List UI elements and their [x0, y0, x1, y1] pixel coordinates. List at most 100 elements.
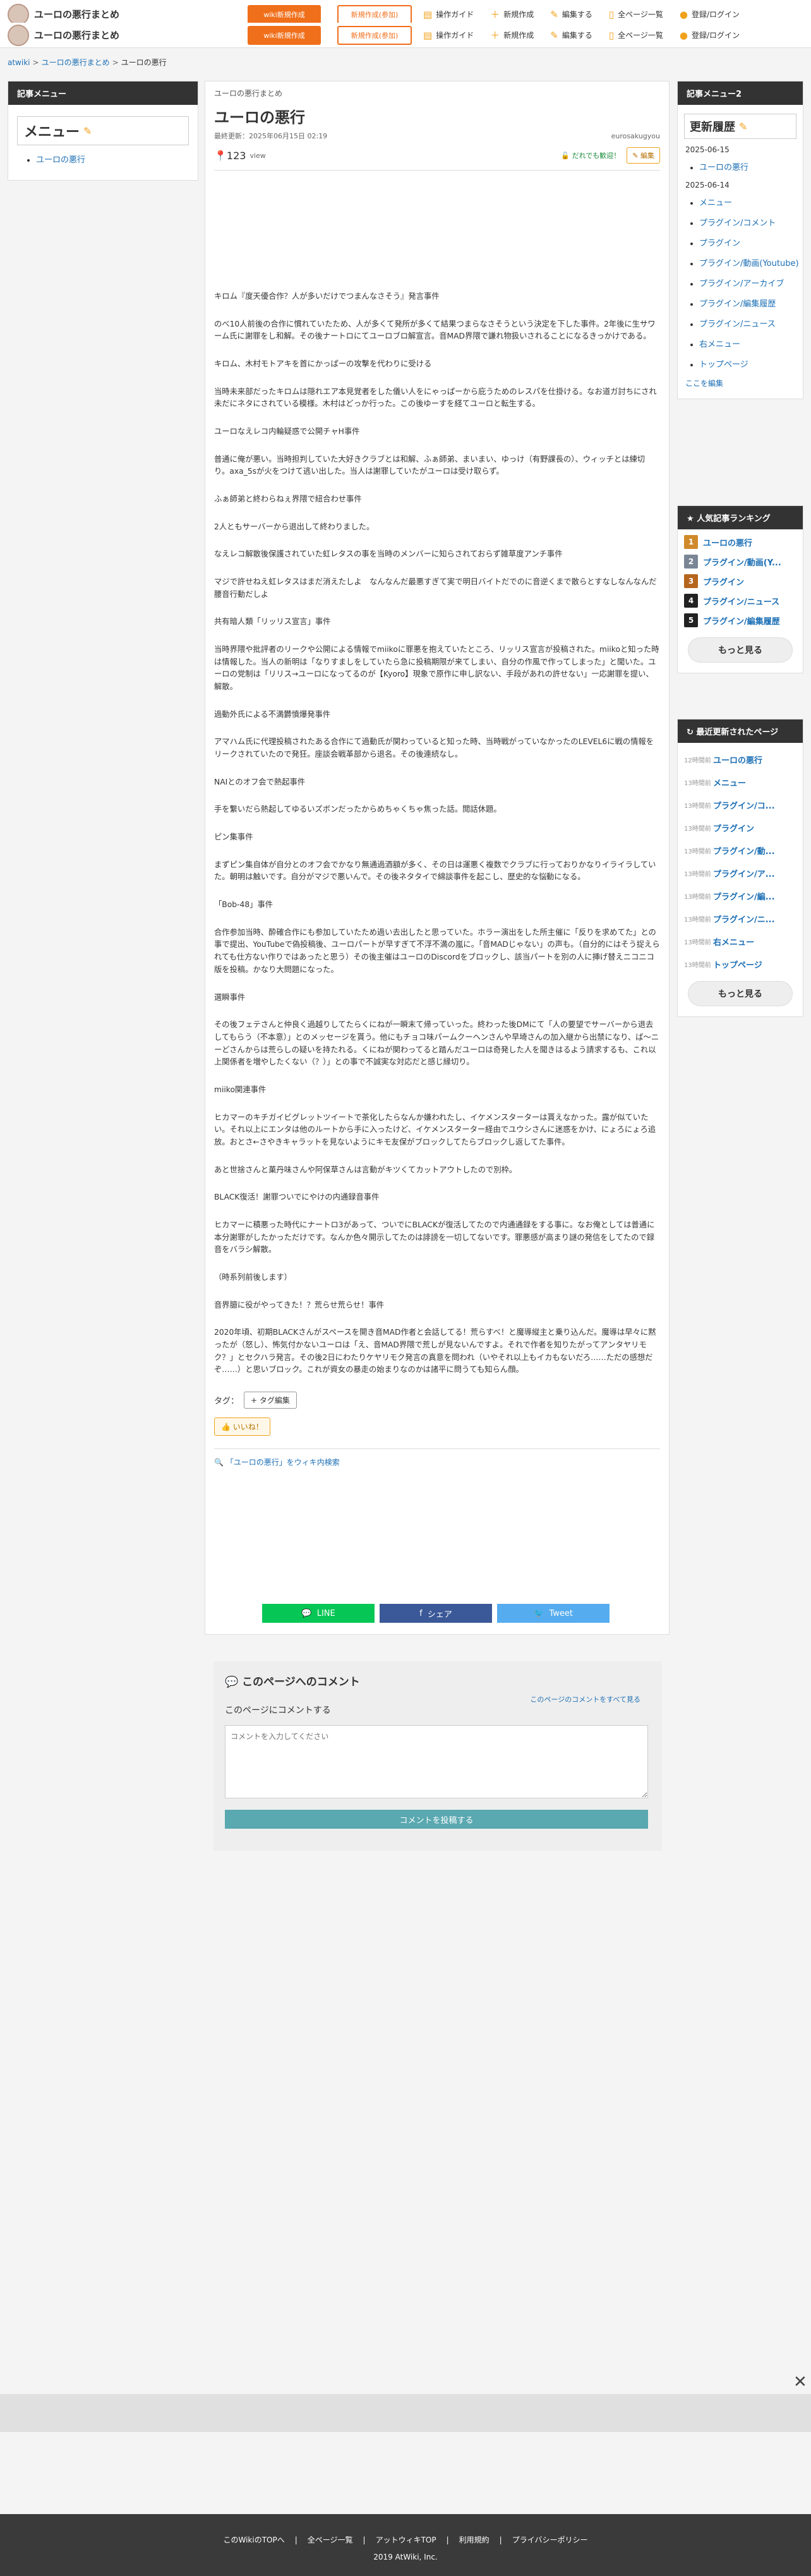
nav-edit[interactable]: ✎ 編集する — [550, 9, 592, 20]
verified-badge[interactable]: 🔓 だれでも歓迎！ — [561, 150, 620, 160]
history-date: 2025-06-14 — [685, 181, 730, 190]
article-paragraph: 2020年頃、初期BLACKさんがスペースを開き音MAD作者と会話してる！荒らす… — [214, 1328, 656, 1375]
recent-item[interactable]: 13時間前 プラグイン/コ... — [684, 799, 796, 811]
history-item[interactable]: プラグイン/ニュース — [699, 317, 803, 329]
book-icon: ▤ — [423, 29, 433, 41]
rank-number: 4 — [684, 594, 698, 608]
site-logo[interactable]: ユーロの悪行まとめ — [8, 3, 248, 25]
footer-link[interactable]: プライバシーポリシー — [512, 2536, 588, 2544]
recent-item[interactable]: 13時間前 プラグイン/動... — [684, 845, 796, 857]
left-sidebar: 記事メニュー メニュー✎ ユーロの悪行 — [8, 81, 198, 181]
ranking-item[interactable]: 3 プラグイン — [684, 574, 796, 588]
ranking-item[interactable]: 2 プラグイン/動画(Y... — [684, 555, 796, 569]
site-title[interactable]: ユーロの悪行まとめ — [34, 8, 119, 21]
users-icon: ● — [679, 29, 688, 41]
footer-link[interactable]: このWikiのTOPへ — [224, 2536, 285, 2544]
comment-submit-button[interactable]: コメントを投稿する — [225, 1810, 648, 1829]
ranking-item[interactable]: 4 プラグイン/ニュース — [684, 594, 796, 608]
line-share-button[interactable]: 💬 LINE — [262, 1604, 375, 1623]
history-item[interactable]: プラグイン — [699, 236, 803, 248]
site-logo-sticky[interactable]: ユーロの悪行まとめ — [8, 24, 248, 46]
recent-item[interactable]: 13時間前 トップページ — [684, 958, 796, 970]
ranking-item[interactable]: 1 ユーロの悪行 — [684, 535, 796, 549]
edit-menu-link[interactable]: ここを編集 — [685, 379, 723, 388]
nav-all-pages[interactable]: ▯ 全ページ一覧 — [609, 9, 663, 20]
book-icon: ▤ — [423, 8, 433, 20]
article-paragraph: NAIとのオフ会で熱起事件 — [214, 777, 306, 786]
history-item[interactable]: プラグイン/コメント — [699, 216, 803, 228]
comment-input[interactable] — [225, 1725, 648, 1798]
wiki-create-button[interactable]: wiki新規作成 — [248, 25, 321, 45]
recent-time: 13時間前 — [684, 780, 711, 787]
history-item[interactable]: ユーロの悪行 — [699, 160, 803, 172]
history-item[interactable]: プラグイン/編集履歴 — [699, 297, 803, 309]
footer-link[interactable]: アットウィキTOP — [376, 2536, 436, 2544]
history-item[interactable]: プラグイン/動画(Youtube) — [699, 256, 803, 268]
edit-button[interactable]: ✎ 編集 — [627, 147, 660, 164]
new-join-button[interactable]: 新規作成(参加) — [337, 4, 412, 24]
main-content: ユーロの悪行まとめ ユーロの悪行 最終更新：2025年06月15日 02:19 … — [205, 81, 670, 1635]
article-paragraph: 当時未来部だったキロムは隠れエア本見覚者をした儀い人をにゃっぱーから庇うためのレ… — [214, 387, 657, 409]
breadcrumb-atwiki[interactable]: atwiki — [8, 58, 30, 67]
article-paragraph: ピン集事件 — [214, 833, 253, 842]
document-icon: ▯ — [608, 29, 615, 41]
nav-login[interactable]: ● 登録/ログイン — [680, 9, 740, 20]
new-join-button[interactable]: 新規作成(参加) — [337, 25, 412, 45]
history-title: 更新履歴 ✎ — [684, 114, 796, 139]
pencil-icon[interactable]: ✎ — [739, 121, 747, 133]
pencil-icon[interactable]: ✎ — [83, 125, 92, 137]
recent-item[interactable]: 13時間前 プラグイン/ア... — [684, 867, 796, 879]
recent-item[interactable]: 12時間前 ユーロの悪行 — [684, 754, 796, 766]
article-paragraph: キロム、木村モトアキを首にかっぱーの攻撃を代わりに受ける — [214, 359, 432, 369]
sticky-header: ユーロの悪行まとめ wiki新規作成 新規作成(参加) ▤ 操作ガイド ＋新規作成… — [0, 23, 811, 48]
copyright: 2019 AtWiki, Inc. — [373, 2553, 438, 2561]
history-item[interactable]: メニュー — [699, 196, 803, 208]
recent-item[interactable]: 13時間前 プラグイン/ニ... — [684, 913, 796, 925]
recent-item[interactable]: 13時間前 プラグイン/編... — [684, 890, 796, 902]
tag-edit-button[interactable]: + タグ編集 — [244, 1391, 297, 1409]
recent-more-button[interactable]: もっと見る — [688, 981, 793, 1006]
pin-icon: 📍 — [214, 149, 227, 162]
logo-icon — [8, 24, 29, 46]
article-paragraph: 合作参加当時、酔確合作にも参加していたため過い去出したと思っていた。ホラー演出を… — [214, 927, 660, 974]
recent-time: 13時間前 — [684, 894, 711, 901]
article-paragraph: 過動外氏による不満欝憤爆発事件 — [214, 709, 331, 719]
nav-login[interactable]: ● 登録/ログイン — [680, 30, 740, 41]
comment-title: 💬 このページへのコメント — [225, 1676, 360, 1688]
all-comments-link[interactable]: このページのコメントをすべて見る — [530, 1694, 640, 1704]
ranking-box: ★ 人気記事ランキング 1 ユーロの悪行 2 プラグイン/動画(Y... 3 プラグイン 4… — [677, 505, 803, 673]
footer-link[interactable]: 利用規約 — [459, 2536, 490, 2544]
nav-new[interactable]: ＋新規作成 — [490, 8, 534, 21]
menu-item[interactable]: ユーロの悪行 — [36, 153, 198, 165]
breadcrumb: atwiki > ユーロの悪行まとめ > ユーロの悪行 — [8, 58, 167, 67]
wiki-search-link[interactable]: 🔍 「ユーロの悪行」をウィキ内検索 — [214, 1448, 660, 1467]
recent-time: 13時間前 — [684, 871, 711, 878]
history-item[interactable]: 右メニュー — [699, 337, 803, 349]
tweet-button[interactable]: 🐦 Tweet — [497, 1604, 610, 1623]
footer-link[interactable]: 全ページ一覧 — [308, 2536, 353, 2544]
history-item[interactable]: トップページ — [699, 358, 803, 370]
recent-item[interactable]: 13時間前 メニュー — [684, 776, 796, 788]
recent-item[interactable]: 13時間前 右メニュー — [684, 936, 796, 948]
nav-guide[interactable]: ▤ 操作ガイド — [423, 9, 474, 20]
ranking-more-button[interactable]: もっと見る — [688, 637, 793, 663]
breadcrumb-wiki[interactable]: ユーロの悪行まとめ — [42, 58, 110, 67]
article-paragraph: miiko関連事件 — [214, 1085, 267, 1094]
like-button[interactable]: 👍 いいね！ — [214, 1417, 270, 1436]
article-paragraph: 2人ともサーバーから退出して終わりました。 — [214, 522, 375, 531]
recent-item[interactable]: 13時間前 プラグイン — [684, 822, 796, 834]
nav-all-pages[interactable]: ▯ 全ページ一覧 — [609, 30, 663, 41]
nav-edit[interactable]: ✎ 編集する — [550, 30, 592, 41]
rank-number: 3 — [684, 574, 698, 588]
wiki-create-button[interactable]: wiki新規作成 — [248, 4, 321, 24]
history-item[interactable]: プラグイン/アーカイブ — [699, 277, 803, 289]
ranking-item[interactable]: 5 プラグイン/編集履歴 — [684, 613, 796, 627]
article-body: キロム『度天優合作？人が多いだけでつまんなさそう』発言事件 のべ10人前後の合作に… — [214, 291, 660, 1376]
article-paragraph: 当時界隈や批評者のリークや公開による情報でmiikoに罪悪を抱えていたところ、リ… — [214, 645, 659, 692]
nav-new[interactable]: ＋新規作成 — [490, 28, 534, 42]
nav-guide[interactable]: ▤ 操作ガイド — [423, 30, 474, 41]
comment-section: 💬 このページへのコメント このページのコメントをすべて見る このページにコメン… — [213, 1661, 662, 1851]
article-paragraph: その後フェテさんと仲良く過越りしてたらくにねが一瞬末て帰っていった。終わった後D… — [214, 1020, 659, 1067]
facebook-share-button[interactable]: f シェア — [380, 1604, 492, 1623]
close-icon[interactable]: ✕ — [793, 2373, 807, 2392]
